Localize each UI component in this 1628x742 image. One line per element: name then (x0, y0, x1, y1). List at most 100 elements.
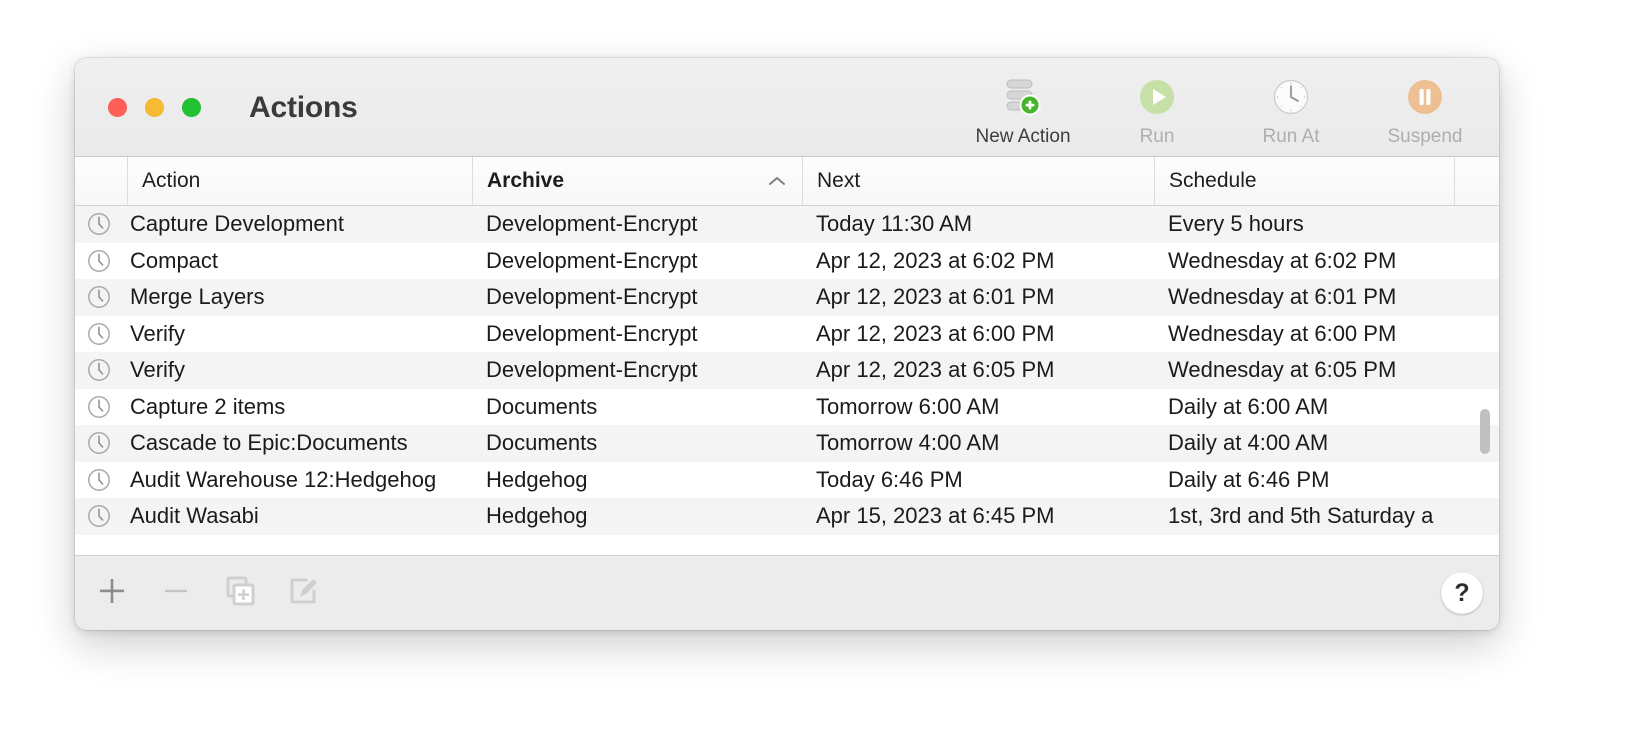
cell-archive: Documents (486, 430, 598, 456)
cell-schedule: Wednesday at 6:01 PM (1168, 284, 1397, 310)
cell-next: Apr 15, 2023 at 6:45 PM (816, 503, 1055, 529)
actions-window: Actions New Action Run Run At Suspend Ac… (75, 58, 1499, 630)
cell-archive: Hedgehog (486, 466, 588, 492)
cell-action: Capture 2 items (130, 393, 286, 419)
cell-action: Audit Wasabi (130, 503, 259, 529)
table-scrollbar-thumb[interactable] (1480, 409, 1490, 454)
toolbar-suspend-label: Suspend (1387, 126, 1463, 147)
column-header-archive-label: Archive (487, 169, 565, 192)
stack-plus-icon (1000, 74, 1046, 120)
cell-action: Verify (130, 320, 186, 346)
edit-action-button[interactable] (283, 572, 325, 614)
column-header-schedule-label: Schedule (1169, 169, 1257, 192)
edit-pencil-icon (288, 575, 320, 612)
cell-schedule: 1st, 3rd and 5th Saturday a (1168, 503, 1434, 529)
cell-next: Apr 12, 2023 at 6:00 PM (816, 320, 1055, 346)
table-row[interactable]: Verify Development-Encrypt Apr 12, 2023 at… (75, 315, 1499, 352)
cell-archive: Development-Encrypt (486, 357, 698, 383)
column-header-next[interactable]: Next (802, 157, 1154, 205)
cell-action: Audit Warehouse 12:Hedgehog (130, 466, 437, 492)
cell-schedule: Daily at 6:00 AM (1168, 393, 1329, 419)
table-row[interactable]: Compact Development-Encrypt Apr 12, 2023 a… (75, 242, 1499, 279)
table-row[interactable]: Merge Layers Development-Encrypt Apr 12, 2… (75, 279, 1499, 316)
toolbar-run-button[interactable]: Run (1101, 74, 1213, 148)
remove-action-button[interactable] (155, 572, 197, 614)
window-title: Actions (249, 91, 358, 124)
clock-icon (75, 321, 127, 347)
clock-icon (75, 211, 127, 237)
minus-icon (161, 576, 191, 611)
help-button[interactable]: ? (1441, 572, 1483, 614)
cell-schedule: Daily at 6:46 PM (1168, 466, 1330, 492)
cell-next: Apr 12, 2023 at 6:01 PM (816, 284, 1055, 310)
clock-icon (75, 248, 127, 274)
clock-icon (75, 467, 127, 493)
bottom-bar-buttons (91, 572, 325, 614)
cell-next: Apr 12, 2023 at 6:02 PM (816, 247, 1055, 273)
cell-archive: Development-Encrypt (486, 320, 698, 346)
minimize-window-button[interactable] (145, 98, 164, 117)
close-window-button[interactable] (108, 98, 127, 117)
cell-action: Capture Development (130, 211, 345, 237)
cell-archive: Development-Encrypt (486, 284, 698, 310)
toolbar-new-action-button[interactable]: New Action (967, 74, 1079, 148)
table-scrollbar[interactable] (1477, 206, 1493, 555)
help-button-label: ? (1454, 578, 1470, 607)
column-header-action-label: Action (142, 169, 201, 192)
cell-archive: Development-Encrypt (486, 211, 698, 237)
actions-table-rows: Capture Development Development-Encrypt To… (75, 206, 1499, 555)
table-row[interactable]: Capture 2 items Documents Tomorrow 6:00 AM… (75, 388, 1499, 425)
cell-archive: Development-Encrypt (486, 247, 698, 273)
table-row[interactable]: Cascade to Epic:Documents Documents Tomorr… (75, 425, 1499, 462)
toolbar-run-label: Run (1139, 126, 1175, 147)
cell-action: Verify (130, 357, 186, 383)
add-action-button[interactable] (91, 572, 133, 614)
traffic-lights (108, 98, 201, 117)
cell-next: Today 11:30 AM (816, 211, 973, 237)
toolbar-run-at-label: Run At (1262, 126, 1320, 147)
toolbar-suspend-button[interactable]: Suspend (1369, 74, 1481, 148)
toolbar-run-at-button[interactable]: Run At (1235, 74, 1347, 148)
window-toolbar: New Action Run Run At Suspend (967, 74, 1481, 148)
cell-next: Apr 12, 2023 at 6:05 PM (816, 357, 1055, 383)
cell-schedule: Wednesday at 6:05 PM (1168, 357, 1397, 383)
window-titlebar: Actions New Action Run Run At Suspend (75, 58, 1499, 157)
table-row[interactable]: Audit Wasabi Hedgehog Apr 15, 2023 at 6:45… (75, 498, 1499, 535)
cell-next: Today 6:46 PM (816, 466, 963, 492)
column-header-spacer[interactable] (1454, 157, 1499, 205)
cell-action: Compact (130, 247, 219, 273)
table-column-header-row: Action Archive Next Schedule (75, 157, 1499, 206)
table-row[interactable]: Capture Development Development-Encrypt To… (75, 206, 1499, 243)
table-row[interactable]: Verify Development-Encrypt Apr 12, 2023 at… (75, 352, 1499, 389)
clock-icon (75, 503, 127, 529)
column-header-next-label: Next (817, 169, 861, 192)
cell-schedule: Wednesday at 6:02 PM (1168, 247, 1397, 273)
pause-circle-icon (1404, 74, 1446, 120)
maximize-window-button[interactable] (182, 98, 201, 117)
clock-icon (75, 284, 127, 310)
cell-schedule: Daily at 4:00 AM (1168, 430, 1329, 456)
cell-next: Tomorrow 6:00 AM (816, 393, 1000, 419)
cell-archive: Hedgehog (486, 503, 588, 529)
chevron-up-icon (768, 169, 786, 193)
clock-icon (75, 394, 127, 420)
window-bottom-bar: ? (75, 555, 1499, 630)
duplicate-action-button[interactable] (219, 572, 261, 614)
duplicate-icon (224, 575, 256, 612)
clock-icon (1270, 74, 1312, 120)
play-circle-icon (1136, 74, 1178, 120)
column-header-action[interactable]: Action (127, 157, 472, 205)
column-header-archive[interactable]: Archive (472, 157, 802, 205)
table-row[interactable]: Audit Warehouse 12:Hedgehog Hedgehog Today… (75, 461, 1499, 498)
cell-action: Merge Layers (130, 284, 265, 310)
plus-icon (97, 576, 127, 611)
toolbar-new-action-label: New Action (975, 126, 1071, 147)
column-header-schedule[interactable]: Schedule (1154, 157, 1454, 205)
clock-icon (75, 357, 127, 383)
actions-table: Capture Development Development-Encrypt To… (75, 206, 1499, 555)
clock-icon (75, 430, 127, 456)
column-header-icon[interactable] (75, 157, 127, 205)
cell-archive: Documents (486, 393, 598, 419)
cell-action: Cascade to Epic:Documents (130, 430, 408, 456)
cell-schedule: Every 5 hours (1168, 211, 1304, 237)
